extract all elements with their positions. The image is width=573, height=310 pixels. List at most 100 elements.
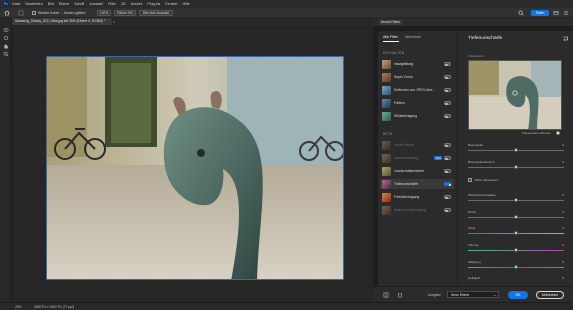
filter-thumbnail <box>382 59 391 69</box>
slider-knob[interactable] <box>514 248 518 253</box>
tab-all-filters[interactable]: Alle Filter <box>383 35 398 39</box>
slider-knob[interactable] <box>514 215 518 220</box>
slider-value[interactable]: 0 <box>562 160 564 164</box>
menu-filter[interactable]: Filter <box>108 2 116 6</box>
focus-subject-label: Motiv fokussieren <box>475 178 499 182</box>
slider-label: Brennweite <box>468 143 484 147</box>
filter-toggle[interactable] <box>444 75 451 79</box>
neural-filters-tab[interactable]: Neural Filters <box>379 19 402 25</box>
filter-name: Super Zoom <box>394 75 413 79</box>
slider-value[interactable]: 0 <box>562 143 564 147</box>
slider-value[interactable]: 0 <box>562 226 564 230</box>
slider-value[interactable]: 0 <box>562 260 564 264</box>
filter-item-jpeg-artifacts[interactable]: Entfernen von JPEG-Arte... <box>380 85 454 95</box>
slider-knob[interactable] <box>514 198 518 203</box>
filter-name: Entfernen von JPEG-Arte... <box>394 88 436 92</box>
slider-knob[interactable] <box>514 231 518 236</box>
reset-icon[interactable] <box>562 35 569 42</box>
filter-toggle[interactable] <box>444 88 451 92</box>
cancel-button[interactable]: Abbrechen <box>536 291 564 299</box>
filter-item-smart-portrait[interactable]: Smart Porträt <box>380 140 454 150</box>
preview-image <box>469 61 561 129</box>
filter-toggle[interactable] <box>444 195 451 199</box>
focus-point-remove[interactable]: Fokuspunkt entfernen <box>522 131 551 135</box>
filter-item-harmonization[interactable]: Harmonisierung Neu <box>380 153 454 163</box>
panel-toggle-icon[interactable] <box>563 10 569 16</box>
filter-toggle[interactable] <box>444 169 451 173</box>
filter-toggle[interactable] <box>444 156 451 160</box>
neural-filters-header: Neural Filters <box>373 18 573 26</box>
share-button[interactable]: Teilen <box>531 9 549 17</box>
filter-name: Smart Porträt <box>394 143 415 147</box>
menu-bearbeiten[interactable]: Bearbeiten <box>25 2 42 6</box>
home-icon[interactable] <box>4 10 10 16</box>
slider-label: Sättigung <box>468 260 481 264</box>
filter-toggle[interactable] <box>444 114 451 118</box>
menu-3d[interactable]: 3D <box>121 2 126 6</box>
eye-icon[interactable] <box>3 27 9 33</box>
filter-toggle[interactable] <box>444 208 451 212</box>
photoshop-logo-icon: Ps <box>3 1 9 7</box>
slider-label: Brennweitenbereich <box>468 160 495 164</box>
zoom-tool-icon[interactable] <box>3 51 9 57</box>
menu-plugins[interactable]: Plug-ins <box>147 2 160 6</box>
slider-value[interactable]: 0 <box>562 210 564 214</box>
select-subject-pill[interactable]: Bild einer Auswahl <box>139 10 173 16</box>
menu-hilfe[interactable]: Hilfe <box>183 2 190 6</box>
close-icon[interactable]: × <box>113 20 115 24</box>
filter-thumbnail <box>382 111 391 121</box>
rotate-view-icon[interactable] <box>3 35 9 41</box>
slider-value[interactable]: 0 <box>562 243 564 247</box>
filter-name: Hautglättung <box>394 62 414 66</box>
filter-item-colorize[interactable]: Färben <box>380 98 454 108</box>
tab-waitlist[interactable]: Warteliste <box>405 35 421 39</box>
hand-tool-icon[interactable] <box>3 43 9 49</box>
output-select[interactable]: Neue Ebene ⌄ <box>447 291 499 298</box>
menu-schrift[interactable]: Schrift <box>74 2 84 6</box>
ok-button[interactable]: OK <box>508 291 528 299</box>
menu-datei[interactable]: Datei <box>12 2 20 6</box>
filter-item-super-zoom[interactable]: Super Zoom <box>380 72 454 82</box>
slider-value[interactable]: 0 <box>562 276 564 280</box>
filter-toggle[interactable] <box>444 101 451 105</box>
focus-preview[interactable] <box>468 60 562 130</box>
menu-ansicht[interactable]: Ansicht <box>131 2 143 6</box>
filter-thumbnail <box>382 179 391 189</box>
document-info[interactable]: 3000 Px x 3000 Px (72 ppi) <box>34 305 74 309</box>
tab-underline <box>383 41 399 42</box>
workspace-icon[interactable] <box>553 10 559 16</box>
zoom-level[interactable]: 25% <box>15 305 22 309</box>
filter-item-landscape-mixer[interactable]: Landschaftsmischer <box>380 166 454 176</box>
filter-toggle[interactable] <box>444 143 451 147</box>
filter-name: Tiefenunschärfe <box>394 182 419 186</box>
menu-auswahl[interactable]: Auswahl <box>89 2 103 6</box>
filter-item-skin-smoothing[interactable]: Hautglättung <box>380 59 454 69</box>
anti-alias-checkbox[interactable] <box>32 11 36 15</box>
filter-item-makeup-transfer[interactable]: Makeup-Übertragung <box>380 205 454 215</box>
filter-item-style-transfer[interactable]: Stilübertragung <box>380 111 454 121</box>
focus-subject-checkbox[interactable] <box>468 178 472 182</box>
compare-icon[interactable] <box>383 292 389 298</box>
slider-label: Tönung <box>468 243 479 247</box>
feather-pill[interactable]: 100% <box>97 10 111 16</box>
filter-toggle[interactable] <box>444 182 452 186</box>
search-icon[interactable] <box>518 10 524 16</box>
slider-knob[interactable] <box>514 148 518 153</box>
layer-icon[interactable] <box>397 292 403 298</box>
slider-knob[interactable] <box>514 165 518 170</box>
slider-value[interactable]: 0 <box>562 193 564 197</box>
document-tab[interactable]: Samsung_Galaxy_S22_Ultra.jpg bei 25% (Eb… <box>12 18 112 25</box>
menu-bild[interactable]: Bild <box>48 2 54 6</box>
fill-pill[interactable]: Fläche: BG <box>114 10 136 16</box>
info-icon[interactable] <box>556 131 560 135</box>
marquee-tool-icon[interactable] <box>18 10 24 16</box>
slider-label: Temp <box>468 226 476 230</box>
filter-toggle[interactable] <box>444 62 451 66</box>
slider-knob[interactable] <box>514 265 518 270</box>
menu-ebene[interactable]: Ebene <box>59 2 69 6</box>
tools-panel <box>0 18 12 302</box>
filter-item-depth-blur[interactable]: Tiefenunschärfe <box>380 179 454 189</box>
filter-thumbnail <box>382 153 391 163</box>
menu-fenster[interactable]: Fenster <box>165 2 177 6</box>
filter-item-color-transfer[interactable]: Farbübertragung <box>380 192 454 202</box>
